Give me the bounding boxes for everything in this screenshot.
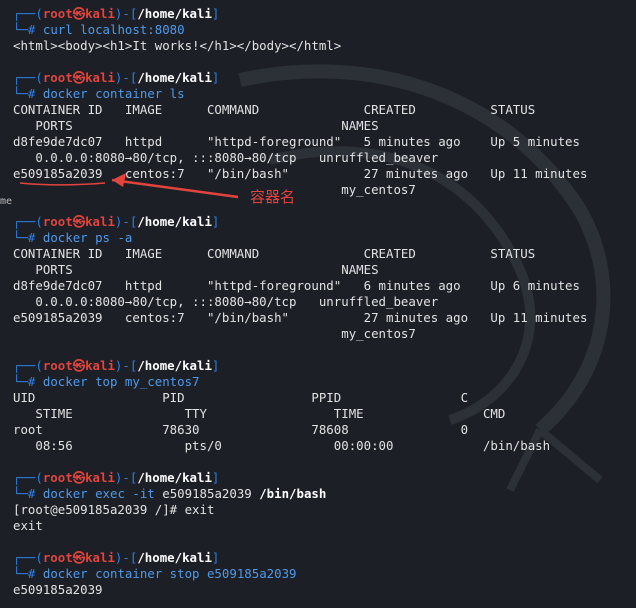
edge-text-fragment: me (0, 196, 13, 207)
output-line: e509185a2039 centos:7 "/bin/bash" 27 min… (13, 310, 588, 325)
output-line: my_centos7 (13, 326, 416, 341)
output-line: my_centos7 (13, 182, 416, 197)
output-line: 0.0.0.0:8080→80/tcp, :::8080→80/tcp unru… (13, 150, 439, 165)
output-line: <html><body><h1>It works!</h1></body></h… (13, 38, 342, 53)
command-line-3: └─# docker ps -a (13, 230, 133, 245)
command-line-1: └─# curl localhost:8080 (13, 22, 185, 37)
prompt-line-1: ┌──(root㉿kali)-[/home/kali] (13, 6, 220, 21)
prompt-line-3: ┌──(root㉿kali)-[/home/kali] (13, 214, 220, 229)
output-line: d8fe9de7dc07 httpd "httpd-foreground" 5 … (13, 134, 580, 149)
output-line: 08:56 pts/0 00:00:00 /bin/bash (13, 438, 551, 453)
prompt-line-2: ┌──(root㉿kali)-[/home/kali] (13, 70, 220, 85)
output-line: [root@e509185a2039 /]# exit (13, 502, 215, 517)
output-line: PORTS NAMES (13, 118, 379, 133)
command-line-2: └─# docker container ls (13, 86, 185, 101)
output-line: exit (13, 518, 43, 533)
terminal-window[interactable]: ┌──(root㉿kali)-[/home/kali] └─# curl loc… (0, 0, 636, 608)
command-line-4: └─# docker top my_centos7 (13, 374, 200, 389)
output-line: PORTS NAMES (13, 262, 379, 277)
output-line: e509185a2039 centos:7 "/bin/bash" 27 min… (13, 166, 588, 181)
output-line: STIME TTY TIME CMD (13, 406, 506, 421)
output-line: root 78630 78608 0 (13, 422, 469, 437)
output-line: 0.0.0.0:8080→80/tcp, :::8080→80/tcp unru… (13, 294, 439, 309)
command-line-5: └─# docker exec -it e509185a2039 /bin/ba… (13, 486, 327, 501)
output-line: d8fe9de7dc07 httpd "httpd-foreground" 6 … (13, 278, 580, 293)
output-line: UID PID PPID C (13, 390, 469, 405)
output-line: e509185a2039 (13, 582, 103, 597)
command-line-6: └─# docker container stop e509185a2039 (13, 566, 297, 581)
output-line: CONTAINER ID IMAGE COMMAND CREATED STATU… (13, 246, 536, 261)
annotation-label: 容器名 (250, 188, 296, 206)
output-line: CONTAINER ID IMAGE COMMAND CREATED STATU… (13, 102, 536, 117)
prompt-line-5: ┌──(root㉿kali)-[/home/kali] (13, 470, 220, 485)
prompt-line-6: ┌──(root㉿kali)-[/home/kali] (13, 550, 220, 565)
prompt-line-4: ┌──(root㉿kali)-[/home/kali] (13, 358, 220, 373)
